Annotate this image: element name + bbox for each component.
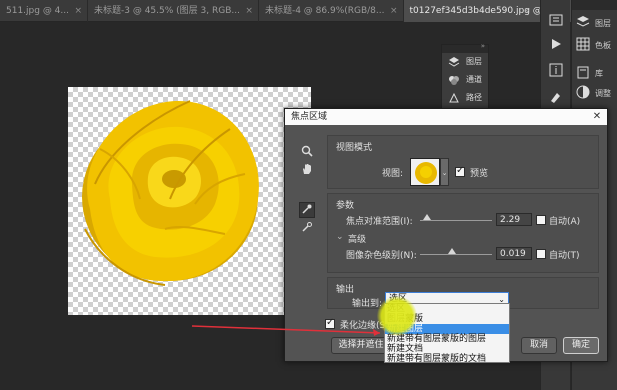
auto-a-checkbox[interactable] [536, 215, 546, 225]
noise-level-label: 图像杂色级别(N): [346, 251, 417, 261]
dropdown-option[interactable]: 选区 [385, 304, 509, 314]
auto-t-checkbox[interactable] [536, 249, 546, 259]
close-icon[interactable]: × [245, 0, 253, 22]
parameters-section: 参数 焦点对准范围(I): 2.29 自动(A) ⌄ 高级 图像杂色级别(N):… [327, 193, 599, 273]
zoom-tool-icon[interactable] [299, 145, 315, 161]
dropdown-option[interactable]: 新建带有图层蒙版的文档 [385, 354, 509, 364]
noise-level-slider-handle[interactable] [448, 248, 457, 254]
focus-range-label: 焦点对准范围(I): [346, 217, 413, 227]
dialog-titlebar[interactable]: 焦点区域 ✕ [285, 109, 607, 125]
close-icon[interactable]: ✕ [587, 109, 607, 125]
cancel-button[interactable]: 取消 [521, 337, 557, 354]
document-tab[interactable]: 511.jpg @ 4... × [0, 0, 88, 22]
layers-icon[interactable] [575, 14, 591, 30]
panel-label[interactable]: 图层 [595, 18, 611, 29]
panel-label[interactable]: 调整 [595, 88, 611, 99]
library-icon[interactable] [575, 64, 591, 80]
preview-checkbox[interactable] [455, 165, 465, 177]
advanced-toggle[interactable]: 高级 [348, 232, 366, 245]
section-title: 输出 [336, 285, 355, 295]
output-to-label: 输出到: [352, 299, 383, 309]
section-title: 视图模式 [336, 143, 373, 153]
panel-dock-header [572, 0, 617, 10]
auto-a-label: 自动(A) [549, 217, 581, 227]
select-and-mask-button[interactable]: 选择并遮住 [331, 337, 391, 354]
floating-panel-group: » 图层 通道 路径 [441, 42, 489, 114]
dropdown-option[interactable]: 图层蒙版 [385, 314, 509, 324]
view-thumbnail[interactable] [410, 158, 440, 186]
panel-item-layers[interactable]: 图层 [442, 53, 488, 71]
panel-item-label: 图层 [466, 57, 482, 66]
noise-level-slider[interactable] [420, 254, 492, 255]
soften-edges-label: 柔化边缘(S [340, 321, 386, 331]
panel-label[interactable]: 库 [595, 68, 603, 79]
panel-item-label: 通道 [466, 75, 482, 84]
panel-item-channels[interactable]: 通道 [442, 71, 488, 89]
flower-image [82, 100, 259, 286]
info-icon[interactable] [548, 62, 564, 78]
channels-icon [449, 76, 459, 85]
dialog-title: 焦点区域 [291, 112, 328, 122]
auto-t-label: 自动(T) [549, 251, 580, 261]
focus-area-subtract-tool-icon[interactable] [299, 221, 315, 237]
preview-label: 预览 [470, 169, 489, 179]
document-tab[interactable]: 未标题-3 @ 45.5% (图层 3, RGB... × [88, 0, 259, 22]
panel-item-label: 路径 [466, 93, 482, 102]
tab-label: 未标题-3 @ 45.5% (图层 3, RGB... [94, 6, 240, 16]
layers-icon [448, 57, 460, 67]
tab-label: 未标题-4 @ 86.9%(RGB/8... [264, 6, 385, 16]
hand-tool-icon[interactable] [299, 163, 315, 179]
brush-settings-icon[interactable] [548, 88, 564, 104]
view-mode-section: 视图模式 视图: ⌄ 预览 [327, 135, 599, 189]
focus-area-add-tool-icon[interactable] [299, 202, 315, 218]
focus-range-slider-handle[interactable] [423, 214, 432, 220]
panel-item-paths[interactable]: 路径 [442, 89, 488, 107]
ok-button[interactable]: 确定 [563, 337, 599, 354]
chevron-down-icon[interactable]: ⌄ [440, 158, 449, 186]
dropdown-option-selected[interactable]: 新建图层 [385, 324, 509, 334]
dropdown-option[interactable]: 新建带有图层蒙版的图层 [385, 334, 509, 344]
tab-label: 511.jpg @ 4... [6, 6, 69, 16]
focus-range-input[interactable]: 2.29 [496, 213, 532, 226]
paths-icon [449, 92, 459, 103]
soften-edges-checkbox[interactable] [325, 317, 335, 329]
section-title: 参数 [336, 201, 355, 211]
chevron-down-icon[interactable]: ⌄ [336, 232, 344, 242]
document-tab[interactable]: 未标题-4 @ 86.9%(RGB/8... × [259, 0, 404, 22]
adjustments-icon[interactable] [575, 84, 591, 100]
close-icon[interactable]: × [390, 0, 398, 22]
document-canvas[interactable] [68, 87, 311, 315]
output-to-dropdown-list: 选区 图层蒙版 新建图层 新建带有图层蒙版的图层 新建文档 新建带有图层蒙版的文… [384, 303, 510, 364]
document-tab-bar: 511.jpg @ 4... × 未标题-3 @ 45.5% (图层 3, RGB… [0, 0, 617, 22]
panel-header[interactable]: » [442, 42, 488, 53]
collapse-icon[interactable]: » [481, 42, 485, 50]
focus-range-slider[interactable] [420, 220, 492, 221]
panel-label[interactable]: 色板 [595, 40, 611, 51]
play-icon[interactable] [548, 36, 564, 52]
noise-level-input[interactable]: 0.019 [496, 247, 532, 260]
swatches-icon[interactable] [575, 36, 591, 52]
close-icon[interactable]: × [74, 0, 82, 22]
view-label: 视图: [382, 169, 404, 179]
history-icon[interactable] [548, 12, 564, 28]
dropdown-option[interactable]: 新建文档 [385, 344, 509, 354]
